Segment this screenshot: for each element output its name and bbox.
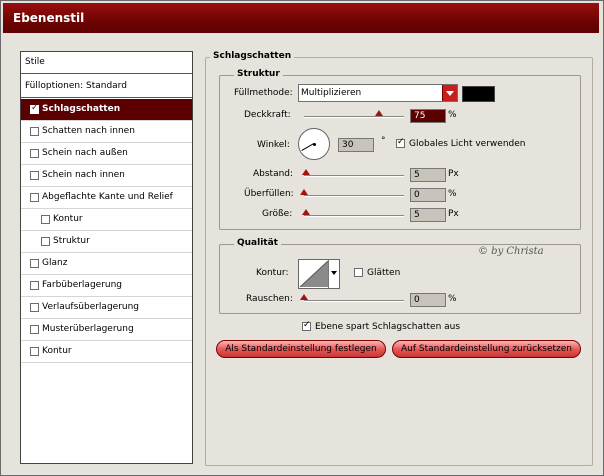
structure-title: Struktur	[234, 69, 283, 79]
knockout-label: Ebene spart Schlagschatten aus	[315, 322, 461, 332]
noise-unit: %	[448, 294, 457, 304]
contour-picker[interactable]	[298, 259, 340, 289]
style-item-musterüberlagerung[interactable]: Musterüberlagerung	[21, 319, 192, 341]
angle-center-dot	[313, 143, 316, 146]
style-item-checkbox[interactable]	[30, 259, 39, 268]
style-item-checkbox[interactable]	[30, 303, 39, 312]
size-slider-track[interactable]	[304, 215, 404, 217]
style-item-checkbox[interactable]	[41, 237, 50, 246]
style-item-label: Schein nach außen	[42, 148, 128, 158]
style-item-checkbox[interactable]	[30, 103, 39, 114]
style-item-label: Abgeflachte Kante und Relief	[42, 192, 173, 202]
opacity-input[interactable]: 75	[410, 109, 446, 123]
global-light-label: Globales Licht verwenden	[409, 139, 526, 149]
style-item-label: Verlaufsüberlagerung	[42, 302, 140, 312]
blend-options-item[interactable]: Fülloptionen: Standard	[21, 76, 192, 98]
title-bar[interactable]: Ebenenstil	[3, 3, 599, 33]
opacity-label: Deckkraft:	[244, 110, 291, 120]
style-item-label: Kontur	[53, 214, 83, 224]
style-item-checkbox[interactable]	[30, 127, 39, 136]
reset-default-button[interactable]: Auf Standardeinstellung zurücksetzen	[392, 340, 581, 358]
noise-slider-track[interactable]	[304, 300, 404, 302]
style-item-label: Schlagschatten	[42, 104, 121, 114]
spread-slider-thumb[interactable]	[300, 189, 308, 195]
chevron-down-icon[interactable]	[442, 85, 457, 101]
spread-input[interactable]: 0	[410, 188, 446, 202]
noise-label: Rauschen:	[246, 294, 293, 304]
antialias-checkbox[interactable]	[354, 268, 363, 277]
style-item-abgeflachte-kante-und-relief[interactable]: Abgeflachte Kante und Relief	[21, 187, 192, 209]
styles-list: Stile Fülloptionen: Standard Schlagschat…	[20, 51, 193, 464]
watermark: © by Christa	[478, 246, 544, 257]
style-item-checkbox[interactable]	[30, 149, 39, 158]
style-item-struktur-sub[interactable]: Struktur	[21, 231, 192, 253]
noise-input[interactable]: 0	[410, 293, 446, 307]
styles-header-label: Stile	[25, 57, 45, 67]
distance-unit: Px	[448, 169, 459, 179]
style-item-checkbox[interactable]	[30, 171, 39, 180]
distance-slider-track[interactable]	[304, 175, 404, 177]
style-item-label: Schatten nach innen	[42, 126, 135, 136]
section-title: Schlagschatten	[210, 51, 295, 61]
spread-slider-track[interactable]	[304, 195, 404, 197]
distance-input[interactable]: 5	[410, 168, 446, 182]
angle-label: Winkel:	[257, 140, 290, 150]
style-item-schein-nach-außen[interactable]: Schein nach außen	[21, 143, 192, 165]
opacity-slider-thumb[interactable]	[375, 110, 383, 116]
style-item-checkbox[interactable]	[41, 215, 50, 224]
style-item-checkbox[interactable]	[30, 193, 39, 202]
contour-label: Kontur:	[256, 268, 289, 278]
style-item-schein-nach-innen[interactable]: Schein nach innen	[21, 165, 192, 187]
size-input[interactable]: 5	[410, 208, 446, 222]
angle-input[interactable]: 30	[338, 138, 374, 152]
contour-curve-icon	[299, 260, 329, 288]
window-title: Ebenenstil	[13, 11, 85, 25]
knockout-checkbox[interactable]	[302, 320, 311, 331]
spread-unit: %	[448, 189, 457, 199]
styles-header[interactable]: Stile	[21, 52, 192, 74]
style-item-checkbox[interactable]	[30, 281, 39, 290]
style-item-kontur-sub[interactable]: Kontur	[21, 209, 192, 231]
size-label: Größe:	[262, 209, 293, 219]
distance-slider-thumb[interactable]	[302, 169, 310, 175]
size-unit: Px	[448, 209, 459, 219]
distance-label: Abstand:	[253, 169, 294, 179]
style-item-label: Farbüberlagerung	[42, 280, 123, 290]
blend-mode-value: Multiplizieren	[301, 88, 362, 98]
style-item-kontur[interactable]: Kontur	[21, 341, 192, 363]
style-item-label: Kontur	[42, 346, 72, 356]
blend-mode-label: Füllmethode:	[234, 88, 293, 98]
spread-label: Überfüllen:	[244, 189, 294, 199]
style-item-verlaufsüberlagerung[interactable]: Verlaufsüberlagerung	[21, 297, 192, 319]
shadow-color-swatch[interactable]	[462, 86, 495, 102]
style-item-glanz[interactable]: Glanz	[21, 253, 192, 275]
angle-dial[interactable]	[298, 128, 330, 160]
make-default-button[interactable]: Als Standardeinstellung festlegen	[216, 340, 386, 358]
style-item-farbüberlagerung[interactable]: Farbüberlagerung	[21, 275, 192, 297]
style-item-checkbox[interactable]	[30, 347, 39, 356]
global-light-checkbox[interactable]	[396, 137, 405, 148]
style-item-label: Struktur	[53, 236, 90, 246]
style-item-label: Musterüberlagerung	[42, 324, 134, 334]
opacity-slider-track[interactable]	[304, 116, 404, 118]
angle-unit: °	[381, 136, 386, 146]
style-item-label: Glanz	[42, 258, 68, 268]
blend-options-label: Fülloptionen: Standard	[25, 81, 127, 91]
style-item-checkbox[interactable]	[30, 325, 39, 334]
size-slider-thumb[interactable]	[302, 209, 310, 215]
opacity-unit: %	[448, 110, 457, 120]
blend-mode-select[interactable]: Multiplizieren	[298, 84, 458, 102]
style-item-schatten-nach-innen[interactable]: Schatten nach innen	[21, 121, 192, 143]
style-item-label: Schein nach innen	[42, 170, 125, 180]
style-item-schlagschatten[interactable]: Schlagschatten	[21, 99, 192, 121]
quality-title: Qualität	[234, 238, 281, 248]
noise-slider-thumb[interactable]	[300, 294, 308, 300]
antialias-label: Glätten	[367, 268, 401, 278]
chevron-down-icon[interactable]	[328, 260, 339, 288]
